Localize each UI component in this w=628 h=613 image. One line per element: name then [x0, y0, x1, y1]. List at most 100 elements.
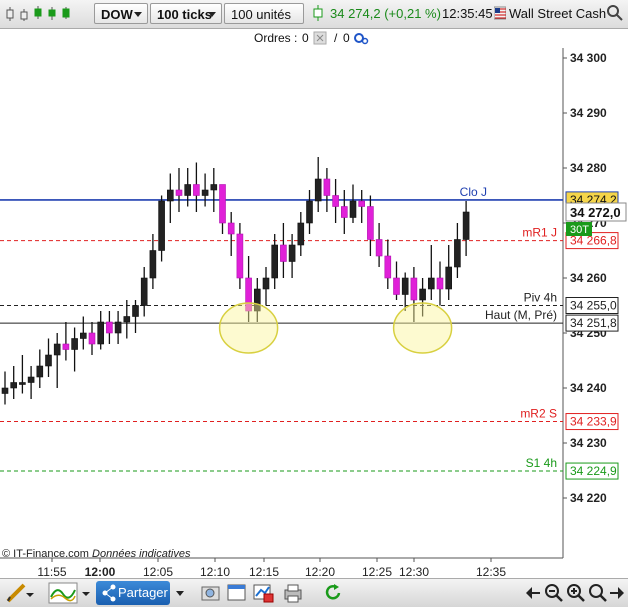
scroll-right-icon[interactable]: [608, 582, 626, 609]
flag-icon: [493, 5, 507, 26]
level-price-label: 34 251,8: [570, 316, 617, 330]
x-tick-label: 12:30: [399, 565, 429, 579]
candle-body: [80, 332, 87, 339]
candle-body: [132, 305, 139, 317]
orders-close-icon[interactable]: [313, 31, 327, 48]
candle-body: [288, 244, 296, 262]
x-tick-label: 12:35: [476, 565, 506, 579]
orders-bar: Ordres : 0 / 0: [0, 29, 560, 47]
y-tick-label: 34 300: [570, 51, 607, 65]
candle-body: [419, 288, 426, 301]
level-price-label: 34 255,0: [570, 299, 617, 313]
current-price-label: 34 272,0: [570, 205, 621, 220]
candle-body: [227, 222, 235, 235]
zoom-out-icon[interactable]: [544, 582, 564, 609]
screenshot-icon[interactable]: [200, 582, 222, 609]
fit-icon[interactable]: [588, 582, 608, 609]
price-chart[interactable]: 34 30034 29034 28034 27034 26034 25034 2…: [0, 48, 628, 606]
candle-body: [332, 195, 339, 207]
candle-body: [236, 233, 244, 279]
share-icon: [102, 581, 116, 613]
print-icon[interactable]: [282, 582, 304, 609]
candle-body: [71, 338, 78, 350]
reload-icon[interactable]: [322, 582, 344, 609]
candle-body: [201, 189, 209, 196]
candle-body: [62, 343, 70, 350]
candle-body: [393, 277, 400, 295]
pencil-icon[interactable]: [4, 583, 34, 608]
candle-body: [97, 321, 104, 345]
window-icon[interactable]: [226, 582, 248, 609]
current-price: 34 272,0 30T: [565, 202, 627, 236]
orders-count-a: 0: [302, 31, 309, 45]
chart-type-icon[interactable]: [4, 5, 74, 26]
symbol-select[interactable]: DOW: [94, 3, 148, 24]
candle-body: [175, 189, 183, 196]
dropdown-icon[interactable]: [174, 582, 186, 609]
price-change: 34 274,2 (+0,21 %): [330, 6, 441, 21]
candle-body: [349, 200, 357, 218]
candle-body: [184, 184, 191, 196]
candle-body: [271, 244, 279, 279]
candle-body: [193, 184, 200, 196]
footer-credit: © IT-Finance.com Données indicatives: [2, 548, 190, 560]
compare-icon[interactable]: [252, 582, 276, 609]
gear-icon[interactable]: [353, 31, 369, 48]
x-tick-label: 11:55: [37, 565, 66, 579]
level-name: Haut (M, Pré): [485, 308, 557, 322]
x-axis: 11:55 12:00 12:05 12:10 12:15 12:20 12:25 12:30…: [37, 558, 506, 579]
candle-body: [19, 382, 26, 385]
candle-body: [149, 250, 157, 279]
zoom-in-icon[interactable]: [566, 582, 586, 609]
candle-body: [375, 239, 383, 257]
x-tick-label: 12:25: [362, 565, 392, 579]
search-icon[interactable]: [606, 4, 624, 25]
units-select[interactable]: 100 unités: [224, 3, 304, 24]
chevron-down-icon: [208, 12, 216, 17]
y-tick-label: 34 280: [570, 161, 607, 175]
candle-body: [88, 332, 96, 345]
price-chart-icon: [312, 5, 324, 26]
candle-body: [167, 189, 174, 202]
y-axis: 34 30034 29034 28034 27034 26034 25034 2…: [563, 51, 607, 505]
candle-body: [445, 266, 453, 290]
level-name: S1 4h: [526, 456, 557, 470]
candle-body: [323, 178, 331, 196]
x-tick-label: 12:20: [305, 565, 335, 579]
indicator-icon[interactable]: [48, 582, 94, 609]
countdown-label: 30T: [570, 224, 589, 236]
candle-body: [36, 365, 44, 378]
candle-body: [280, 244, 287, 262]
candle-body: [462, 211, 470, 240]
level-price-label: 34 233,9: [570, 415, 617, 429]
highlight-circle: [218, 302, 279, 354]
x-tick-label: 12:05: [143, 565, 173, 579]
candle-body: [45, 354, 52, 367]
candle-body: [358, 200, 366, 207]
candle-body: [219, 184, 226, 224]
plot-area[interactable]: [0, 48, 563, 558]
x-tick-label: 12:10: [200, 565, 230, 579]
level-name: mR2 S: [520, 407, 557, 421]
candle-body: [1, 387, 9, 394]
candle-body: [262, 277, 270, 290]
candle-body: [367, 206, 374, 240]
candle-body: [410, 277, 418, 301]
footer-note: Données indicatives: [92, 548, 191, 560]
candle-body: [123, 316, 131, 323]
level-name: Piv 4h: [524, 291, 557, 305]
candle-body: [27, 376, 35, 383]
footer-brand: © IT-Finance.com: [2, 548, 89, 560]
share-button[interactable]: Partager: [96, 581, 170, 605]
highlight-circle: [392, 302, 453, 354]
x-tick-label: 12:15: [249, 565, 279, 579]
candle-body: [140, 277, 148, 306]
candle-body: [454, 239, 461, 268]
ticks-select[interactable]: 100 ticks: [150, 3, 222, 24]
candle-body: [158, 200, 165, 251]
candle-body: [306, 200, 313, 224]
candle-body: [297, 222, 305, 246]
candle-body: [10, 382, 17, 389]
ticks-value: 100 ticks: [157, 7, 212, 22]
scroll-left-icon[interactable]: [522, 582, 542, 609]
